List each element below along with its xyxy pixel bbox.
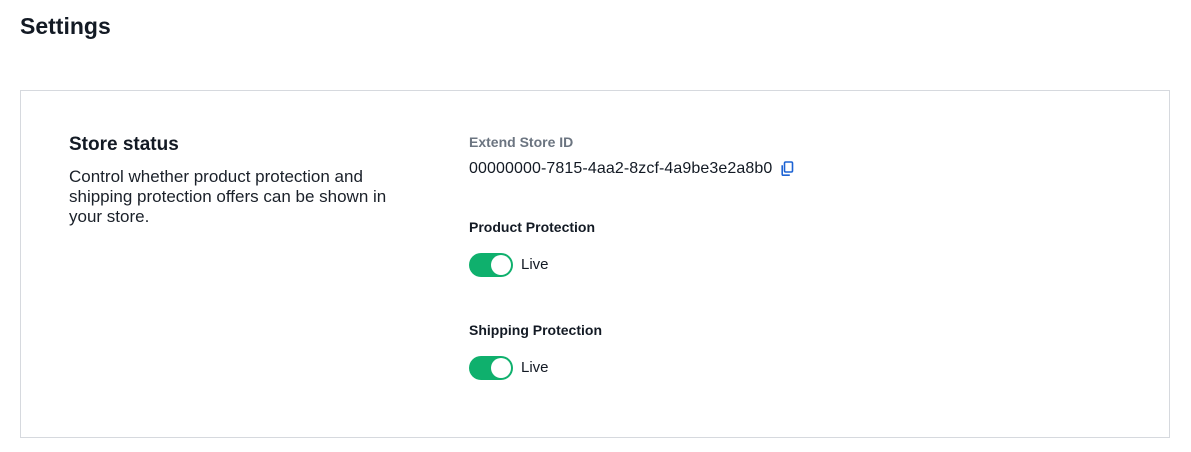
section-title: Store status [69, 134, 179, 155]
section-description: Control whether product protection and s… [69, 167, 387, 226]
shipping-protection-label: Shipping Protection [469, 322, 602, 338]
shipping-protection-status: Live [521, 359, 549, 376]
product-protection-status: Live [521, 256, 549, 273]
shipping-protection-toggle[interactable] [469, 356, 513, 380]
copy-icon[interactable] [780, 161, 794, 177]
shipping-protection-toggle-row: Live [469, 356, 549, 380]
toggle-knob [491, 358, 511, 378]
product-protection-toggle-row: Live [469, 253, 549, 277]
store-status-card: Store status Control whether product pro… [20, 90, 1170, 438]
store-id-row: 00000000-7815-4aa2-8zcf-4a9be3e2a8b0 [469, 159, 794, 179]
toggle-knob [491, 255, 511, 275]
product-protection-label: Product Protection [469, 219, 596, 235]
store-id-value: 00000000-7815-4aa2-8zcf-4a9be3e2a8b0 [469, 160, 773, 177]
product-protection-toggle[interactable] [469, 253, 513, 277]
page-title: Settings [20, 13, 111, 39]
store-id-label: Extend Store ID [469, 134, 574, 150]
